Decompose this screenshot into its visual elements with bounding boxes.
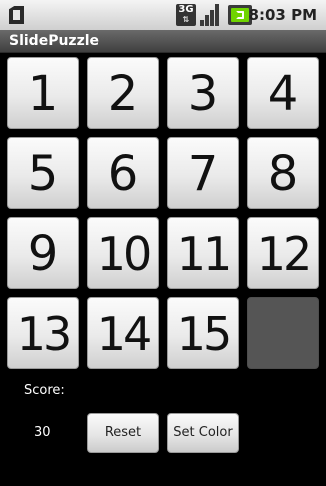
puzzle-tile[interactable]: 10 [87, 217, 159, 289]
puzzle-tile[interactable]: 3 [167, 57, 239, 129]
3g-icon: 3G ⇅ [176, 4, 196, 26]
puzzle-tile[interactable]: 14 [87, 297, 159, 369]
puzzle-tile[interactable]: 13 [7, 297, 79, 369]
puzzle-tile[interactable]: 11 [167, 217, 239, 289]
status-bar: 3G ⇅ 8:03 PM [0, 0, 326, 30]
puzzle-tile[interactable]: 15 [167, 297, 239, 369]
score-label: Score: [24, 383, 65, 398]
network-type: 3G [178, 4, 194, 15]
set-color-button[interactable]: Set Color [167, 413, 239, 453]
score-value: 30 [34, 425, 51, 440]
puzzle-tile[interactable]: 5 [7, 137, 79, 209]
puzzle-tile[interactable]: 6 [87, 137, 159, 209]
puzzle-tile[interactable]: 4 [247, 57, 319, 129]
status-clock: 8:03 PM [248, 6, 317, 24]
puzzle-tile[interactable]: 9 [7, 217, 79, 289]
puzzle-tile[interactable]: 12 [247, 217, 319, 289]
puzzle-tile[interactable]: 8 [247, 137, 319, 209]
reset-button[interactable]: Reset [87, 413, 159, 453]
app-title-bar: SlidePuzzle [0, 30, 326, 53]
signal-icon [200, 4, 222, 26]
puzzle-tile[interactable]: 7 [167, 137, 239, 209]
sd-card-icon [9, 6, 24, 24]
puzzle-tile[interactable]: 2 [87, 57, 159, 129]
empty-tile-slot[interactable] [247, 297, 319, 369]
app-title: SlidePuzzle [9, 33, 100, 49]
puzzle-tile[interactable]: 1 [7, 57, 79, 129]
